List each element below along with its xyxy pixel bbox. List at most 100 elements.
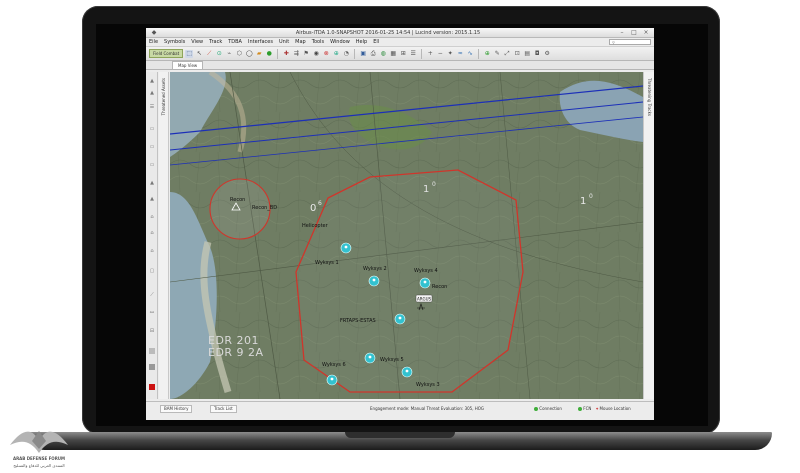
search-input[interactable]: ⚲ xyxy=(609,39,651,45)
circle-icon[interactable]: ◯ xyxy=(245,50,253,58)
dock-home-icon[interactable]: ⌂ xyxy=(149,230,155,236)
toolbar-separator xyxy=(277,48,279,59)
add-icon[interactable]: ⊕ xyxy=(483,50,491,58)
save-icon[interactable]: ▣ xyxy=(359,50,367,58)
toolbar-separator xyxy=(354,48,356,59)
menu-unit[interactable]: Unit xyxy=(279,39,289,45)
dock-doc-icon[interactable]: ▭ xyxy=(149,144,155,150)
pin-icon[interactable]: ⊙ xyxy=(215,50,223,58)
measure-icon[interactable]: ⟋ xyxy=(205,50,213,58)
logo-arabic: المنتدى العربي للدفاع والتسليح xyxy=(13,463,65,468)
dock-swatch-icon[interactable] xyxy=(149,348,155,354)
minimize-icon[interactable]: – xyxy=(618,29,626,37)
dock-link-icon[interactable]: ⚯ xyxy=(149,310,155,316)
asset-label: Wyksys 3 xyxy=(416,382,440,388)
menu-symbols[interactable]: Symbols xyxy=(164,39,185,45)
threat-zone[interactable] xyxy=(295,169,524,393)
asset-marker[interactable] xyxy=(326,374,338,386)
network-icon[interactable]: ⊞ xyxy=(399,50,407,58)
context-dropdown[interactable]: Field Combat xyxy=(149,49,184,58)
dock-swatch-icon[interactable] xyxy=(149,364,155,370)
image-icon[interactable]: ▦ xyxy=(389,50,397,58)
wave-alt-icon[interactable]: ∿ xyxy=(466,50,474,58)
menu-ell[interactable]: Ell xyxy=(373,39,379,45)
dock-alert-icon[interactable] xyxy=(149,384,155,390)
menu-bar: Eile Symbols View Track TDBA Interfaces … xyxy=(146,38,654,47)
dock-line-icon[interactable]: ⟋ xyxy=(149,292,155,298)
tab-bam-history[interactable]: BAM History xyxy=(160,405,193,413)
asset-marker[interactable] xyxy=(340,242,352,254)
menu-view[interactable]: View xyxy=(191,39,203,45)
eye-icon[interactable]: ◉ xyxy=(312,50,320,58)
threatened-assets-panel[interactable]: Threatened Assets xyxy=(159,72,169,399)
wave-icon[interactable]: ≈ xyxy=(456,50,464,58)
grid-icon[interactable]: ▤ xyxy=(523,50,531,58)
dock-unit-icon[interactable]: ▲ xyxy=(149,180,155,186)
asset-icon[interactable]: ⊕ xyxy=(332,50,340,58)
asset-marker[interactable] xyxy=(368,275,380,287)
asset-marker[interactable] xyxy=(364,352,376,364)
asset-label: Recon xyxy=(432,284,447,290)
confirm-icon[interactable]: ● xyxy=(265,50,273,58)
pointer-icon[interactable]: ↖ xyxy=(195,50,203,58)
zoom-out-icon[interactable]: − xyxy=(436,50,444,58)
dock-list-icon[interactable]: ☰ xyxy=(149,104,155,110)
select-tool-icon[interactable]: ⬚ xyxy=(185,49,194,58)
menu-map[interactable]: Map xyxy=(295,39,306,45)
menu-tdba[interactable]: TDBA xyxy=(228,39,242,45)
dock-square-icon[interactable]: ▢ xyxy=(149,268,155,274)
threat-icon[interactable]: ⊗ xyxy=(322,50,330,58)
map-canvas[interactable]: 0 6 1 0 1 0 EDR 201 EDR 9 2A Recon Recon… xyxy=(170,72,643,399)
app-icon: ◆ xyxy=(151,28,157,36)
edit-icon[interactable]: ✎ xyxy=(493,50,501,58)
menu-help[interactable]: Help xyxy=(356,39,367,45)
route-icon[interactable]: ⌁ xyxy=(225,50,233,58)
polygon-icon[interactable]: ⬡ xyxy=(235,50,243,58)
fcn-label: FCN xyxy=(583,406,592,411)
dock-home-icon[interactable]: ⌂ xyxy=(149,248,155,254)
dock-warning-icon[interactable]: ▲ xyxy=(149,90,155,96)
zoom-in-icon[interactable]: + xyxy=(426,50,434,58)
tab-map-view[interactable]: Map View xyxy=(172,61,204,69)
dock-warning-icon[interactable]: ▲ xyxy=(149,78,155,84)
menu-track[interactable]: Track xyxy=(209,39,222,45)
threatening-tracks-label: Threatening Tracks xyxy=(647,78,652,117)
asset-marker[interactable] xyxy=(419,277,431,289)
expand-icon[interactable]: ⤢ xyxy=(503,50,511,58)
layers-icon[interactable]: ☰ xyxy=(409,50,417,58)
route-add-icon[interactable]: ⇶ xyxy=(292,50,300,58)
flag-icon[interactable]: ⚑ xyxy=(302,50,310,58)
asset-marker[interactable] xyxy=(394,313,406,325)
menu-window[interactable]: Window xyxy=(330,39,350,45)
menu-interfaces[interactable]: Interfaces xyxy=(248,39,273,45)
track-icon[interactable]: ✚ xyxy=(282,50,290,58)
camera-icon[interactable]: ◘ xyxy=(533,50,541,58)
dock-doc-icon[interactable]: ▭ xyxy=(149,126,155,132)
dock-doc-icon[interactable]: ▭ xyxy=(149,162,155,168)
menu-tools[interactable]: Tools xyxy=(312,39,324,45)
globe-icon[interactable]: ◍ xyxy=(379,50,387,58)
menu-file[interactable]: Eile xyxy=(149,39,158,45)
callsign-label: ARGUS xyxy=(417,297,432,302)
left-dock: ▲ ▲ ☰ ▭ ▭ ▭ ▲ ▲ ⌂ ⌂ ⌂ ▢ ⟋ ⚯ ⊟ xyxy=(146,72,158,399)
layer-icon[interactable]: ▰ xyxy=(255,50,263,58)
bam-history-label: BAM History xyxy=(164,406,189,411)
radar-icon[interactable]: ◔ xyxy=(342,50,350,58)
print-icon[interactable]: ⎙ xyxy=(369,50,377,58)
tab-track-list[interactable]: Track List xyxy=(210,405,237,413)
tab-map-view-label: Map View xyxy=(178,63,198,68)
asset-marker[interactable] xyxy=(401,366,413,378)
threatened-assets-label: Threatened Assets xyxy=(161,78,166,116)
toolbar-separator xyxy=(421,48,423,59)
settings-icon[interactable]: ⚙ xyxy=(543,50,551,58)
dock-home-icon[interactable]: ⌂ xyxy=(149,214,155,220)
threatening-tracks-panel[interactable]: Threatening Tracks xyxy=(643,72,654,399)
dock-rule-icon[interactable]: ⊟ xyxy=(149,328,155,334)
map-view[interactable]: 0 6 1 0 1 0 EDR 201 EDR 9 2A Recon Recon… xyxy=(170,72,643,399)
close-icon[interactable]: × xyxy=(642,29,650,37)
dock-unit-icon[interactable]: ▲ xyxy=(149,196,155,202)
fit-icon[interactable]: ⊡ xyxy=(513,50,521,58)
connection-dot-icon xyxy=(534,407,538,411)
compass-icon[interactable]: ✦ xyxy=(446,50,454,58)
maximize-icon[interactable]: □ xyxy=(630,29,638,37)
